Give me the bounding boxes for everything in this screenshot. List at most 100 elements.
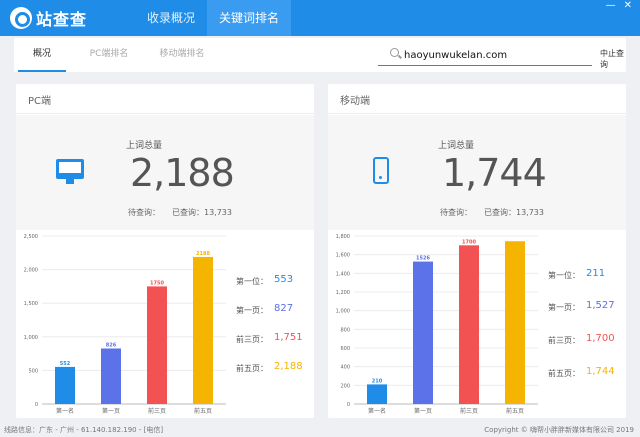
- mobile-stat-row: 第一位： 211: [548, 268, 628, 282]
- close-icon[interactable]: ✕: [624, 0, 632, 14]
- stat-value: 1,527: [586, 300, 615, 311]
- pc-summary: 上词总量 2,188 待查询： 已查询：13,733: [16, 115, 314, 230]
- pc-stat-row: 第一页： 827: [236, 303, 316, 317]
- stat-value: 827: [274, 303, 294, 314]
- mobile-panel: 移动端 上词总量 1,744 待查询： 已查询：13,733 0 200 400 60…: [328, 84, 626, 418]
- stat-value: 211: [586, 268, 606, 279]
- y-tick-label: 1,600: [336, 253, 350, 259]
- top-bar: 站查查 收录概况 关键词排名 — ✕: [0, 0, 640, 36]
- status-footer: 线路信息：广东 - 广州 - 61.140.182.190 - [电信] Cop…: [0, 420, 640, 437]
- logo-icon: [10, 7, 32, 29]
- stat-label: 第一位：: [236, 277, 268, 286]
- stat-label: 第一页：: [236, 306, 268, 315]
- x-tick-label: 第一页: [102, 407, 120, 415]
- mobile-stat-row: 前三页： 1,700: [548, 333, 628, 347]
- stat-label: 前三页：: [548, 336, 580, 345]
- y-tick-label: 2,000: [24, 268, 38, 274]
- stat-value: 1,751: [274, 332, 303, 343]
- pc-stat-row: 第一位： 553: [236, 274, 316, 288]
- x-tick-label: 前三页: [460, 407, 478, 415]
- stop-query-button[interactable]: 中止查询: [600, 48, 626, 70]
- stat-label: 前五页：: [236, 364, 268, 373]
- sub-navigation: 概况 PC端排名 移动端排名 中止查询: [14, 38, 626, 72]
- window-controls: — ✕: [606, 0, 632, 14]
- pc-queried: 已查询：13,733: [172, 208, 232, 217]
- y-tick-label: 800: [340, 327, 350, 333]
- stat-value: 1,744: [586, 366, 615, 377]
- mobile-stat-row: 第一页： 1,527: [548, 300, 628, 314]
- bar: [147, 286, 167, 404]
- stat-value: 1,700: [586, 333, 615, 344]
- x-tick-label: 第一名: [368, 407, 386, 415]
- bar: [505, 241, 525, 404]
- y-tick-label: 0: [35, 402, 38, 408]
- stat-label: 前五页：: [548, 369, 580, 378]
- stat-label: 第一页：: [548, 303, 580, 312]
- mobile-pending: 待查询：: [440, 208, 472, 217]
- domain-search-input[interactable]: [404, 46, 590, 64]
- pc-stat-row: 前三页： 1,751: [236, 332, 316, 346]
- phone-icon: [373, 157, 389, 184]
- data-label: 1700: [462, 239, 476, 245]
- mobile-total-label: 上词总量: [438, 141, 475, 151]
- pc-panel-title: PC端: [16, 84, 314, 114]
- data-label: 1750: [150, 280, 164, 286]
- search-icon: [390, 48, 399, 57]
- data-label: 552: [60, 361, 71, 367]
- x-tick-label: 第一页: [414, 407, 432, 415]
- tab-index-overview[interactable]: 收录概况: [135, 0, 207, 36]
- app-name: 站查查: [36, 10, 88, 29]
- subtab-overview[interactable]: 概况: [18, 38, 66, 72]
- y-tick-label: 600: [340, 346, 350, 352]
- mobile-stat-row: 前五页： 1,744: [548, 366, 628, 380]
- y-tick-label: 1,400: [336, 271, 350, 277]
- mobile-summary: 上词总量 1,744 待查询： 已查询：13,733: [328, 115, 626, 230]
- monitor-icon: [56, 159, 84, 184]
- stat-value: 553: [274, 274, 294, 285]
- y-tick-label: 1,000: [24, 335, 38, 341]
- y-tick-label: 0: [347, 402, 350, 408]
- subtab-mobile-ranking[interactable]: 移动端排名: [144, 38, 220, 72]
- pc-panel: PC端 上词总量 2,188 待查询： 已查询：13,733 0 500 1,000…: [16, 84, 314, 418]
- y-tick-label: 200: [340, 383, 350, 389]
- pc-total-value: 2,188: [130, 151, 235, 195]
- search-box: [378, 44, 592, 66]
- stat-label: 第一位：: [548, 271, 580, 280]
- copyright: Copyright © 嗨帮小胖胖新媒体有限公司 2019: [484, 426, 634, 434]
- data-label: 826: [106, 342, 117, 348]
- bar: [459, 245, 479, 404]
- pc-stat-row: 前五页： 2,188: [236, 361, 316, 375]
- stat-label: 前三页：: [236, 335, 268, 344]
- x-tick-label: 前三页: [148, 407, 166, 415]
- x-tick-label: 前五页: [506, 407, 524, 415]
- minimize-icon[interactable]: —: [606, 0, 616, 14]
- bar: [193, 256, 213, 404]
- mobile-queried: 已查询：13,733: [484, 208, 544, 217]
- stat-value: 2,188: [274, 361, 303, 372]
- y-tick-label: 1,500: [24, 301, 38, 307]
- y-tick-label: 1,200: [336, 290, 350, 296]
- subtab-pc-ranking[interactable]: PC端排名: [74, 38, 144, 72]
- bar: [101, 348, 121, 404]
- pc-total-label: 上词总量: [126, 141, 163, 151]
- y-tick-label: 1,800: [336, 234, 350, 240]
- tab-keyword-ranking[interactable]: 关键词排名: [207, 0, 291, 36]
- mobile-total-value: 1,744: [442, 151, 547, 195]
- mobile-panel-title: 移动端: [328, 84, 626, 114]
- app-logo: 站查查: [10, 6, 87, 30]
- line-info: 线路信息：广东 - 广州 - 61.140.182.190 - [电信]: [4, 426, 164, 434]
- data-label: 1526: [416, 256, 430, 262]
- y-tick-label: 2,500: [24, 234, 38, 240]
- bar: [413, 261, 433, 404]
- data-label: 2188: [196, 251, 210, 257]
- y-tick-label: 400: [340, 365, 350, 371]
- pc-ranking-chart: 0 500 1,000 1,500 2,000 2,500 552 第一名 826 第一页 1750…: [24, 234, 226, 415]
- bar: [367, 384, 387, 404]
- bar: [55, 366, 75, 404]
- mobile-ranking-chart: 0 200 400 600 800 1,000 1,200 1,400 1,600 1,800 21…: [336, 234, 538, 415]
- y-tick-label: 500: [28, 368, 38, 374]
- x-tick-label: 第一名: [56, 407, 74, 415]
- y-tick-label: 1,000: [336, 309, 350, 315]
- data-label: 210: [372, 378, 383, 384]
- pc-pending: 待查询：: [128, 208, 160, 217]
